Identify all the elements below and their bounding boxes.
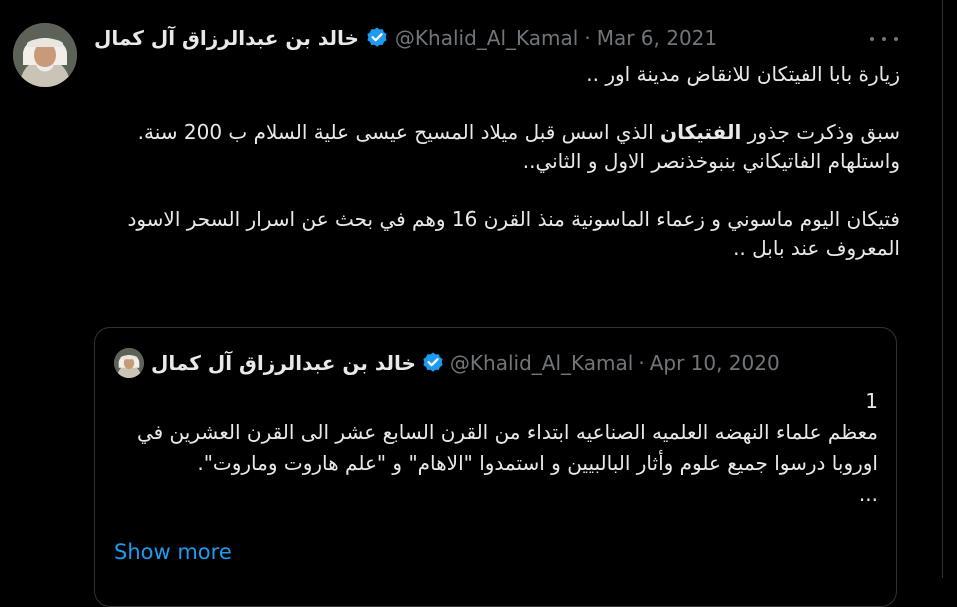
- quoted-author-handle[interactable]: @Khalid_Al_Kamal: [450, 351, 633, 375]
- tweet-line: فتيكان اليوم ماسوني و زعماء الماسونية من…: [127, 207, 900, 260]
- quoted-line: 1: [865, 389, 878, 413]
- quoted-tweet-header: خالد بن عبدالرزاق آل كمال @Khalid_Al_Kam…: [151, 348, 780, 378]
- more-options-icon[interactable]: [870, 30, 898, 48]
- quoted-tweet[interactable]: خالد بن عبدالرزاق آل كمال @Khalid_Al_Kam…: [94, 327, 897, 607]
- more-dot: [882, 37, 886, 41]
- tweet-date[interactable]: Mar 6, 2021: [597, 26, 717, 50]
- more-dot: [894, 37, 898, 41]
- quoted-line: ...: [858, 482, 878, 506]
- author-handle[interactable]: @Khalid_Al_Kamal: [395, 26, 578, 50]
- tweet-line: سبق وذكرت جذور الفتيكان الذي اسس قبل ميل…: [94, 118, 900, 147]
- tweet-header: خالد بن عبدالرزاق آل كمال @Khalid_Al_Kam…: [94, 24, 717, 52]
- verified-badge-icon: [423, 352, 443, 372]
- tweet-line: واستلهام الفاتيكاني بنبوخذنصر الاول و ال…: [522, 149, 900, 173]
- separator-dot: ·: [584, 26, 591, 50]
- avatar-photo: [114, 348, 144, 378]
- text-run: سبق وذكرت جذور: [741, 120, 900, 144]
- bold-word: الفتيكان: [660, 120, 742, 144]
- avatar-photo: [13, 23, 77, 87]
- quoted-author-name[interactable]: خالد بن عبدالرزاق آل كمال: [151, 351, 416, 375]
- separator-dot: ·: [638, 351, 645, 375]
- quoted-tweet-text: 1 معظم علماء النهضه العلميه الصناعيه ابت…: [114, 386, 878, 510]
- more-dot: [870, 37, 874, 41]
- author-name[interactable]: خالد بن عبدالرزاق آل كمال: [94, 26, 359, 50]
- quoted-author-avatar[interactable]: [114, 348, 144, 378]
- show-more-link[interactable]: Show more: [114, 540, 232, 564]
- text-run: الذي اسس قبل ميلاد المسيح عيسى علية السل…: [137, 120, 661, 144]
- tweet-line: زيارة بابا الفيتكان للانقاض مدينة اور ..: [586, 62, 900, 86]
- tweet-text: زيارة بابا الفيتكان للانقاض مدينة اور ..…: [94, 60, 900, 263]
- quoted-line: معظم علماء النهضه العلميه الصناعيه ابتدا…: [136, 420, 878, 475]
- quoted-tweet-date[interactable]: Apr 10, 2020: [650, 351, 780, 375]
- timeline-border: [942, 0, 943, 578]
- author-avatar[interactable]: [13, 23, 77, 87]
- verified-badge-icon: [367, 27, 387, 47]
